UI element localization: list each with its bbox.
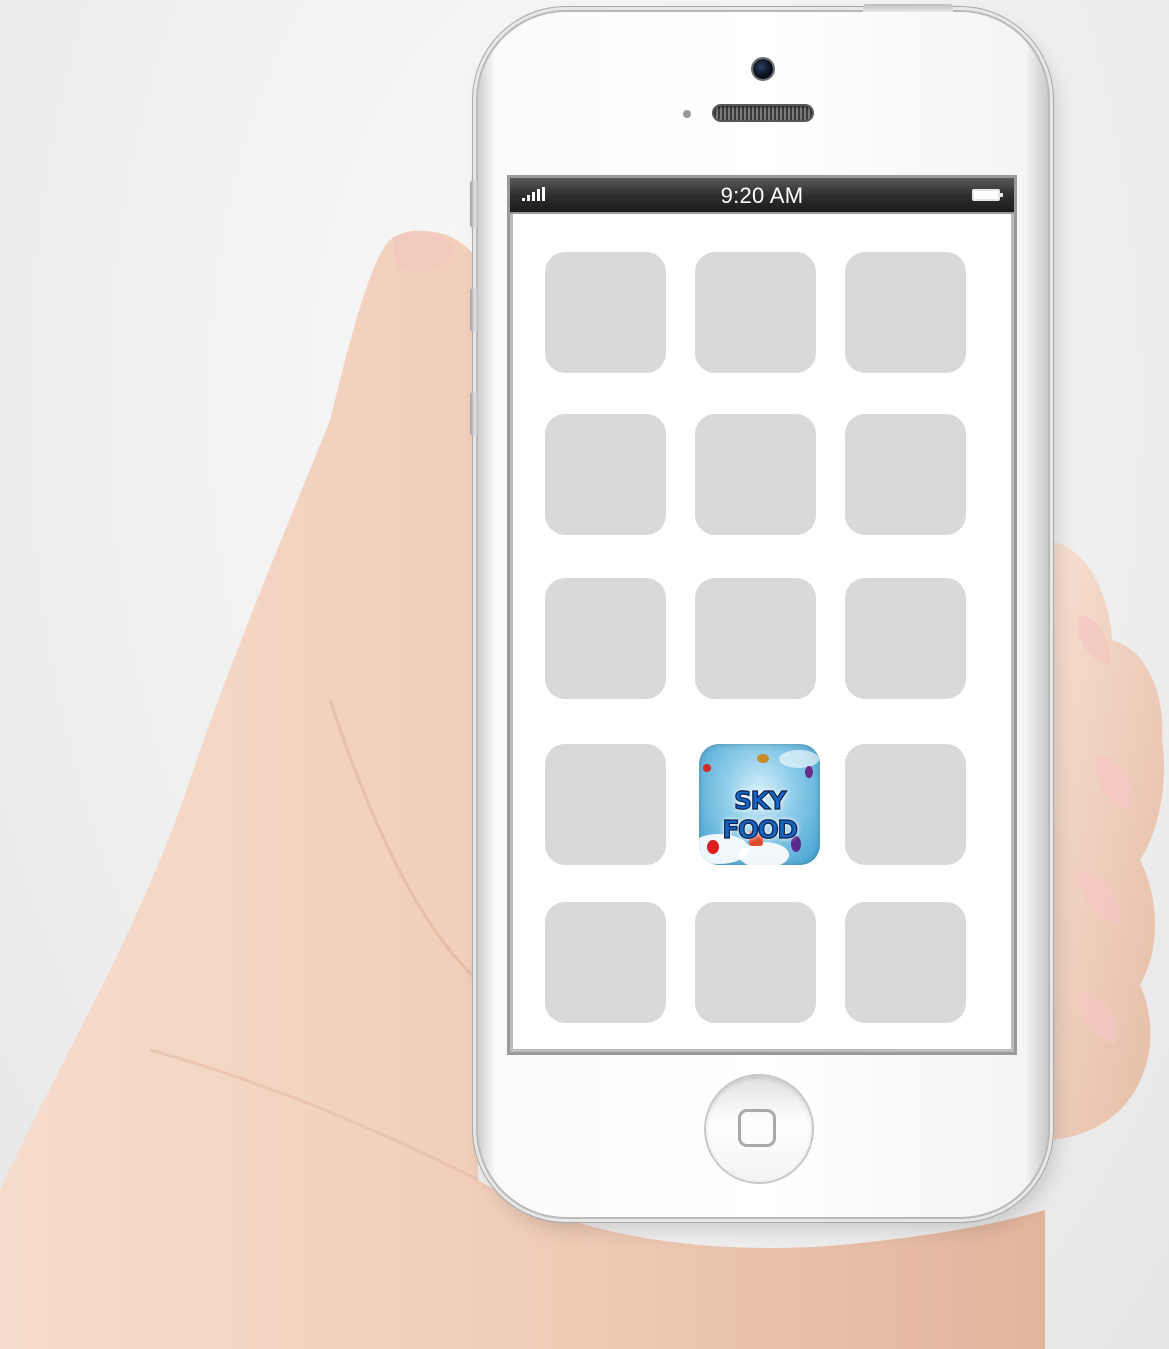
app-placeholder[interactable] <box>845 744 966 865</box>
sky-food-app-icon[interactable]: SKY FOOD <box>699 744 820 865</box>
home-button-square-icon <box>738 1109 776 1147</box>
power-button[interactable] <box>863 4 953 12</box>
app-placeholder[interactable] <box>545 744 666 865</box>
app-placeholder[interactable] <box>545 252 666 373</box>
app-placeholder[interactable] <box>845 902 966 1023</box>
phone-screen: 9:20 AM SKY FOOD <box>510 178 1014 1052</box>
app-placeholder[interactable] <box>545 578 666 699</box>
app-placeholder[interactable] <box>695 902 816 1023</box>
status-time: 9:20 AM <box>720 183 804 208</box>
app-placeholder[interactable] <box>695 414 816 535</box>
volume-up-button[interactable] <box>470 288 478 332</box>
app-grid: SKY FOOD <box>545 252 975 1032</box>
proximity-sensor <box>683 110 691 118</box>
apple-icon <box>703 764 711 772</box>
app-placeholder[interactable] <box>695 578 816 699</box>
volume-down-button[interactable] <box>470 392 478 436</box>
burger-icon <box>757 754 769 763</box>
home-button[interactable] <box>706 1076 812 1182</box>
status-bar: 9:20 AM <box>510 178 1014 214</box>
eggplant-icon <box>805 766 813 778</box>
sky-food-app-title: SKY FOOD <box>722 785 799 844</box>
app-placeholder[interactable] <box>845 252 966 373</box>
phone-device: 9:20 AM SKY FOOD <box>470 4 1048 1217</box>
front-camera <box>753 59 773 79</box>
battery-icon <box>972 189 1003 201</box>
app-placeholder[interactable] <box>695 252 816 373</box>
mute-switch[interactable] <box>470 180 478 228</box>
app-placeholder[interactable] <box>545 902 666 1023</box>
app-placeholder[interactable] <box>845 414 966 535</box>
app-placeholder[interactable] <box>845 578 966 699</box>
earpiece-speaker <box>714 106 812 120</box>
app-placeholder[interactable] <box>545 414 666 535</box>
